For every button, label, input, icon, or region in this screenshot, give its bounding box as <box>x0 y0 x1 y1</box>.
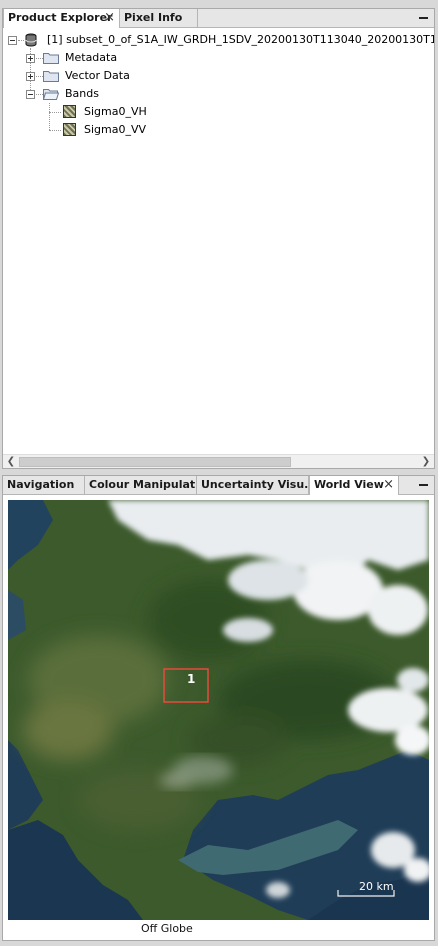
tab-label: Colour Manipulat... <box>89 478 197 491</box>
minimize-icon[interactable] <box>419 484 428 486</box>
scale-label: 20 km <box>359 880 394 893</box>
tab-product-explorer[interactable]: Product Explorer × <box>3 9 120 28</box>
tree-connector <box>18 40 24 41</box>
tree-connector <box>36 58 43 59</box>
subset-marker-label: 1 <box>187 672 196 686</box>
scroll-right-icon[interactable]: ❯ <box>420 456 432 468</box>
bottom-tab-bar: Navigation Colour Manipulat... Uncertain… <box>3 476 434 495</box>
tree-item-band-vh[interactable]: Sigma0_VH <box>84 103 147 121</box>
tab-label: Pixel Info <box>124 11 183 24</box>
scroll-left-icon[interactable]: ❮ <box>5 456 17 468</box>
globe-status: Off Globe <box>141 922 193 935</box>
tree-item-metadata[interactable]: Metadata <box>65 49 117 67</box>
top-tab-bar: Product Explorer × Pixel Info <box>3 9 434 28</box>
product-name: [1] subset_0_of_S1A_IW_GRDH_1SDV_2020013… <box>47 33 434 46</box>
tree-item-bands[interactable]: Bands <box>65 85 99 103</box>
tree-item-vector-data[interactable]: Vector Data <box>65 67 130 85</box>
product-icon <box>25 33 37 47</box>
close-icon[interactable]: × <box>104 9 115 27</box>
folder-icon <box>43 53 59 64</box>
band-label: Sigma0_VH <box>84 105 147 118</box>
tree-connector <box>49 130 61 131</box>
band-label: Sigma0_VV <box>84 123 147 136</box>
band-icon <box>63 123 76 136</box>
tree-connector <box>49 103 50 130</box>
expand-toggle[interactable] <box>26 72 35 81</box>
tab-navigation[interactable]: Navigation <box>3 476 85 495</box>
band-icon <box>63 105 76 118</box>
collapse-toggle[interactable] <box>26 90 35 99</box>
tree-product-label[interactable]: [1] subset_0_of_S1A_IW_GRDH_1SDV_2020013… <box>47 31 434 49</box>
tree-connector <box>36 94 43 95</box>
world-map-view[interactable]: 1 20 km <box>8 500 429 920</box>
product-explorer-panel: Product Explorer × Pixel Info [1] subset… <box>2 8 435 469</box>
tree-connector <box>36 76 43 77</box>
world-view-panel: Navigation Colour Manipulat... Uncertain… <box>2 475 435 941</box>
tab-label: Navigation <box>7 478 75 491</box>
tab-label: World View <box>314 478 384 491</box>
product-tree[interactable]: [1] subset_0_of_S1A_IW_GRDH_1SDV_2020013… <box>3 29 434 454</box>
tab-world-view[interactable]: World View × <box>309 476 399 495</box>
tree-connector <box>49 112 61 113</box>
tab-pixel-info[interactable]: Pixel Info <box>120 9 198 28</box>
scrollbar-thumb[interactable] <box>19 457 291 467</box>
close-icon[interactable]: × <box>383 476 394 494</box>
tab-uncertainty-visualisation[interactable]: Uncertainty Visu... <box>197 476 309 495</box>
collapse-toggle[interactable] <box>8 36 17 45</box>
folder-icon <box>43 71 59 82</box>
horizontal-scrollbar[interactable]: ❮ ❯ <box>3 454 434 468</box>
tab-colour-manipulation[interactable]: Colour Manipulat... <box>85 476 197 495</box>
satellite-imagery <box>8 500 429 920</box>
minimize-icon[interactable] <box>419 17 428 19</box>
tree-item-label: Bands <box>65 87 99 100</box>
tab-label: Product Explorer <box>8 11 113 24</box>
tree-item-label: Vector Data <box>65 69 130 82</box>
tree-item-band-vv[interactable]: Sigma0_VV <box>84 121 146 139</box>
expand-toggle[interactable] <box>26 54 35 63</box>
tree-item-label: Metadata <box>65 51 118 64</box>
folder-open-icon <box>43 89 59 100</box>
tab-label: Uncertainty Visu... <box>201 478 309 491</box>
